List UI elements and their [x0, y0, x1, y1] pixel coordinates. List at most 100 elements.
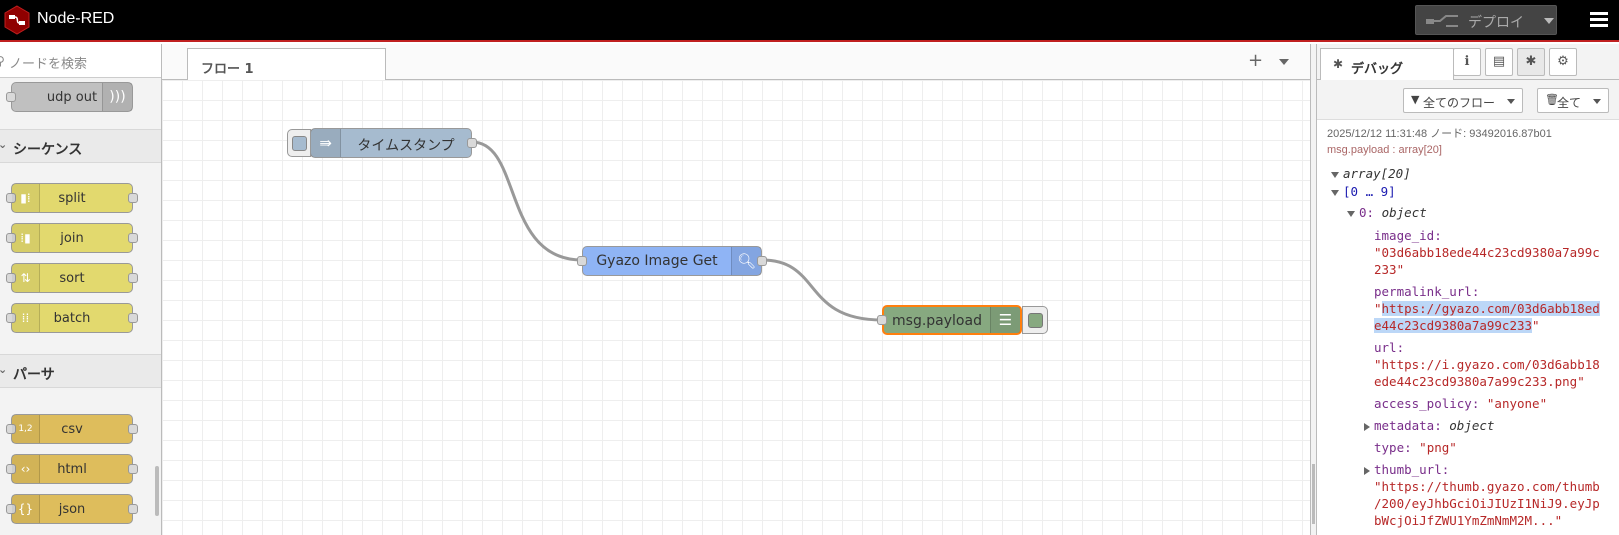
main-menu-button[interactable]	[1588, 10, 1612, 32]
value-permalink-url-2: e44c23cd9380a7a99c233"	[1374, 318, 1540, 333]
wire-gyazo-to-debug	[761, 258, 883, 322]
config-tab-button[interactable]: ⚙	[1549, 48, 1577, 76]
tree-metadata[interactable]: metadata: object	[1364, 418, 1494, 433]
batch-icon: ⁞⁞	[12, 304, 40, 332]
debug-toggle-button[interactable]	[1022, 306, 1048, 334]
value-url-2: ede44c23cd9380a7a99c233.png"	[1374, 374, 1585, 389]
sidebar: ✱ デバッグ ℹ ▤ ✱ ⚙ ▼ 全てのフロー 🗑︎ 全て 2025/12/12…	[1317, 44, 1619, 535]
value-access-policy: "anyone"	[1486, 396, 1548, 411]
category-label: シーケンス	[13, 142, 83, 158]
palette-node-udp-out[interactable]: udp out )))	[6, 82, 133, 112]
palette-category-parser[interactable]: ⌄ パーサ	[0, 354, 161, 388]
tab-flow-1[interactable]: フロー 1	[187, 48, 386, 81]
tree-item-0[interactable]: 0: object	[1347, 205, 1427, 220]
sidebar-tabbar: ✱ デバッグ ℹ ▤ ✱ ⚙	[1317, 44, 1619, 81]
debug-clear-select[interactable]: 🗑︎ 全て	[1537, 88, 1609, 113]
deploy-dropdown-icon[interactable]	[1544, 18, 1554, 24]
debug-toolbar: ▼ 全てのフロー 🗑︎ 全て	[1317, 80, 1619, 120]
workspace: フロー 1 + ⇛ タイムスタンプ Gyazo Image Get 🔍︎ msg…	[162, 44, 1310, 535]
tree-root-label: array[20]	[1343, 166, 1411, 181]
palette-node-split[interactable]: ▮⁞ split	[6, 183, 138, 213]
help-tab-button[interactable]: ▤	[1485, 48, 1513, 76]
value-metadata-type: object	[1449, 418, 1495, 433]
palette-search[interactable]: ⚲ ノードを検索	[0, 44, 161, 78]
chevron-down-icon	[1507, 99, 1515, 104]
key-image-id: image_id:	[1374, 228, 1442, 243]
chevron-down-icon	[1593, 99, 1601, 104]
tree-item-type: object	[1381, 205, 1427, 220]
node-palette: ⚲ ノードを検索 udp out ))) ⌄ シーケンス ▮⁞ split ⁞▮…	[0, 44, 162, 535]
app-title: Node-RED	[37, 10, 115, 27]
inject-arrow-icon: ⇛	[311, 129, 341, 157]
palette-node-batch[interactable]: ⁞⁞ batch	[6, 303, 138, 333]
key-thumb-url: thumb_url:	[1374, 462, 1450, 477]
palette-node-json[interactable]: {} json	[6, 494, 138, 524]
output-port	[128, 464, 138, 474]
palette-scrollbar[interactable]	[155, 466, 159, 516]
json-icon: {}	[12, 495, 40, 523]
book-icon: ▤	[1492, 54, 1506, 69]
output-port[interactable]	[467, 138, 477, 148]
palette-node-label: csv	[61, 422, 83, 437]
split-icon: ▮⁞	[12, 184, 40, 212]
debug-filter-select[interactable]: ▼ 全てのフロー	[1403, 88, 1523, 113]
flow-canvas[interactable]: ⇛ タイムスタンプ Gyazo Image Get 🔍︎ msg.payload…	[162, 80, 1310, 535]
debug-message-meta: 2025/12/12 11:31:48 ノード: 93492016.87b01	[1327, 128, 1552, 140]
quote: "	[1532, 318, 1540, 333]
inject-trigger-button[interactable]	[287, 129, 311, 157]
value-permalink-url-1: "https://gyazo.com/03d6abb18ed	[1374, 301, 1600, 316]
value-thumb-url-3: bWcjOiJfZWU1YmZmNmM2M..."	[1374, 513, 1563, 528]
selected-text: https://gyazo.com/03d6abb18ed	[1381, 301, 1600, 316]
add-flow-icon[interactable]: +	[1248, 50, 1263, 71]
flow-node-gyazo-image-get[interactable]: Gyazo Image Get 🔍︎	[577, 246, 767, 276]
value-image-id-1: "03d6abb18ede44c23cd9380a7a99c	[1374, 245, 1600, 260]
sidebar-splitter[interactable]	[1310, 44, 1317, 535]
expand-icon	[1347, 210, 1355, 217]
value-image-id-2: 233"	[1374, 262, 1405, 277]
deploy-icon	[1426, 15, 1458, 27]
key-type: type:	[1374, 440, 1412, 455]
workspace-tabbar: フロー 1 +	[162, 44, 1310, 81]
palette-node-csv[interactable]: 1,2 csv	[6, 414, 138, 444]
selected-text: e44c23cd9380a7a99c233	[1374, 318, 1533, 333]
search-input[interactable]: ノードを検索	[9, 53, 87, 72]
output-port[interactable]	[757, 256, 767, 266]
flow-node-timestamp[interactable]: ⇛ タイムスタンプ	[310, 128, 477, 158]
value-thumb-url-2: /200/eyJhbGciOiJIUzI1NiJ9.eyJp	[1374, 496, 1600, 511]
palette-category-sequence[interactable]: ⌄ シーケンス	[0, 129, 161, 163]
wire-timestamp-to-gyazo	[471, 140, 583, 262]
deploy-label: デプロイ	[1468, 15, 1524, 31]
chevron-down-icon: ⌄	[0, 363, 7, 376]
palette-node-join[interactable]: ⁞▮ join	[6, 223, 138, 253]
node-label: msg.payload	[892, 313, 982, 329]
tree-root[interactable]: array[20]	[1331, 166, 1411, 181]
chevron-down-icon: ⌄	[0, 138, 7, 151]
palette-node-sort[interactable]: ⇅ sort	[6, 263, 138, 293]
flow-node-msg-payload[interactable]: msg.payload ☰	[877, 305, 1022, 335]
input-port	[6, 92, 16, 102]
expand-icon	[1364, 466, 1370, 475]
output-port	[128, 504, 138, 514]
clear-label: 全て	[1557, 96, 1582, 110]
tree-thumb-url[interactable]: thumb_url:	[1364, 462, 1449, 477]
key-url: url:	[1374, 340, 1405, 355]
output-port	[128, 313, 138, 323]
palette-node-label: sort	[59, 271, 85, 286]
info-tab-button[interactable]: ℹ	[1453, 48, 1481, 76]
tree-range[interactable]: [0 … 9]	[1331, 184, 1396, 199]
tab-debug[interactable]: ✱ デバッグ	[1320, 48, 1454, 81]
palette-node-html[interactable]: ‹› html	[6, 454, 138, 484]
bug-icon: ✱	[1333, 57, 1344, 71]
palette-node-label: split	[58, 191, 86, 206]
key-metadata: metadata:	[1374, 418, 1442, 433]
node-red-logo-icon	[4, 5, 30, 35]
csv-icon: 1,2	[12, 415, 40, 443]
splitter-grip	[1312, 464, 1315, 524]
key-permalink-url: permalink_url:	[1374, 284, 1480, 299]
debug-tab-button[interactable]: ✱	[1517, 48, 1545, 76]
type-row: type: "png"	[1374, 440, 1457, 455]
deploy-button[interactable]: デプロイ	[1415, 5, 1557, 35]
tab-list-dropdown-icon[interactable]	[1279, 59, 1289, 65]
value-type: "png"	[1419, 440, 1457, 455]
expand-icon	[1331, 171, 1339, 178]
